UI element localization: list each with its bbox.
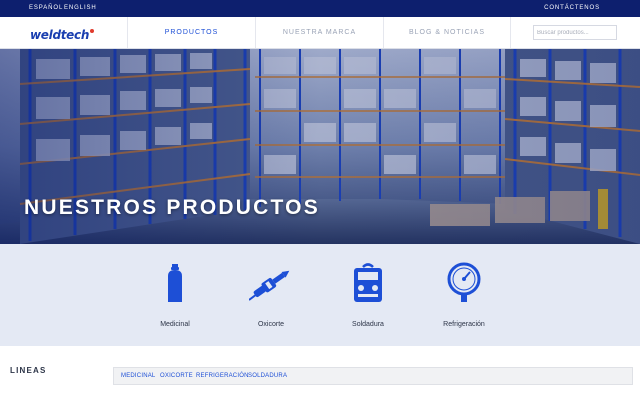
cutting-torch-icon (249, 270, 290, 301)
hero-title: NUESTROS PRODUCTOS (24, 196, 320, 219)
category-label: Soldadura (352, 321, 384, 328)
category-label: Refrigeración (443, 321, 485, 328)
category-label: Oxicorte (257, 321, 285, 328)
hero-banner: NUESTROS PRODUCTOS (0, 49, 640, 244)
lines-heading: LINEAS (10, 366, 47, 375)
contact-link[interactable]: CONTÁCTENOS (544, 0, 600, 17)
filter-oxicorte-link[interactable]: OXICORTE (160, 368, 193, 385)
logo-dot-icon (90, 29, 95, 33)
search-input[interactable] (533, 25, 617, 40)
product-categories: Medicinal Oxicorte Soldadura Refrigeraci… (0, 244, 640, 346)
category-medicinal[interactable]: Medicinal (135, 262, 215, 332)
weldtech-logo[interactable]: weldtech (30, 26, 95, 42)
nav-blog-noticias[interactable]: BLOG & NOTICIAS (383, 17, 511, 48)
category-refrigeracion[interactable]: Refrigeración (424, 262, 504, 332)
language-english-link[interactable]: ENGLISH (64, 0, 97, 17)
filter-medicinal-link[interactable]: MEDICINAL (121, 368, 155, 385)
gas-cylinder-icon (168, 264, 182, 302)
logo-wordmark: weldtech (30, 28, 90, 42)
category-label: Medicinal (160, 321, 190, 328)
filter-soldadura-link[interactable]: SOLDADURA (248, 368, 287, 385)
category-oxicorte[interactable]: Oxicorte (231, 262, 311, 332)
top-bar: ESPAÑOL ENGLISH CONTÁCTENOS (0, 0, 640, 17)
language-spanish-link[interactable]: ESPAÑOL (29, 0, 63, 17)
nav-nuestra-marca[interactable]: NUESTRA MARCA (255, 17, 383, 48)
welding-machine-icon (354, 263, 382, 302)
main-navbar: weldtech PRODUCTOS NUESTRA MARCA BLOG & … (0, 17, 640, 49)
nav-productos[interactable]: PRODUCTOS (127, 17, 255, 48)
lines-filter-bar: MEDICINAL OXICORTE REFRIGERACIÓN SOLDADU… (113, 367, 633, 385)
category-soldadura[interactable]: Soldadura (328, 262, 408, 332)
pressure-gauge-icon (447, 262, 481, 302)
filter-refrigeracion-link[interactable]: REFRIGERACIÓN (196, 368, 249, 385)
